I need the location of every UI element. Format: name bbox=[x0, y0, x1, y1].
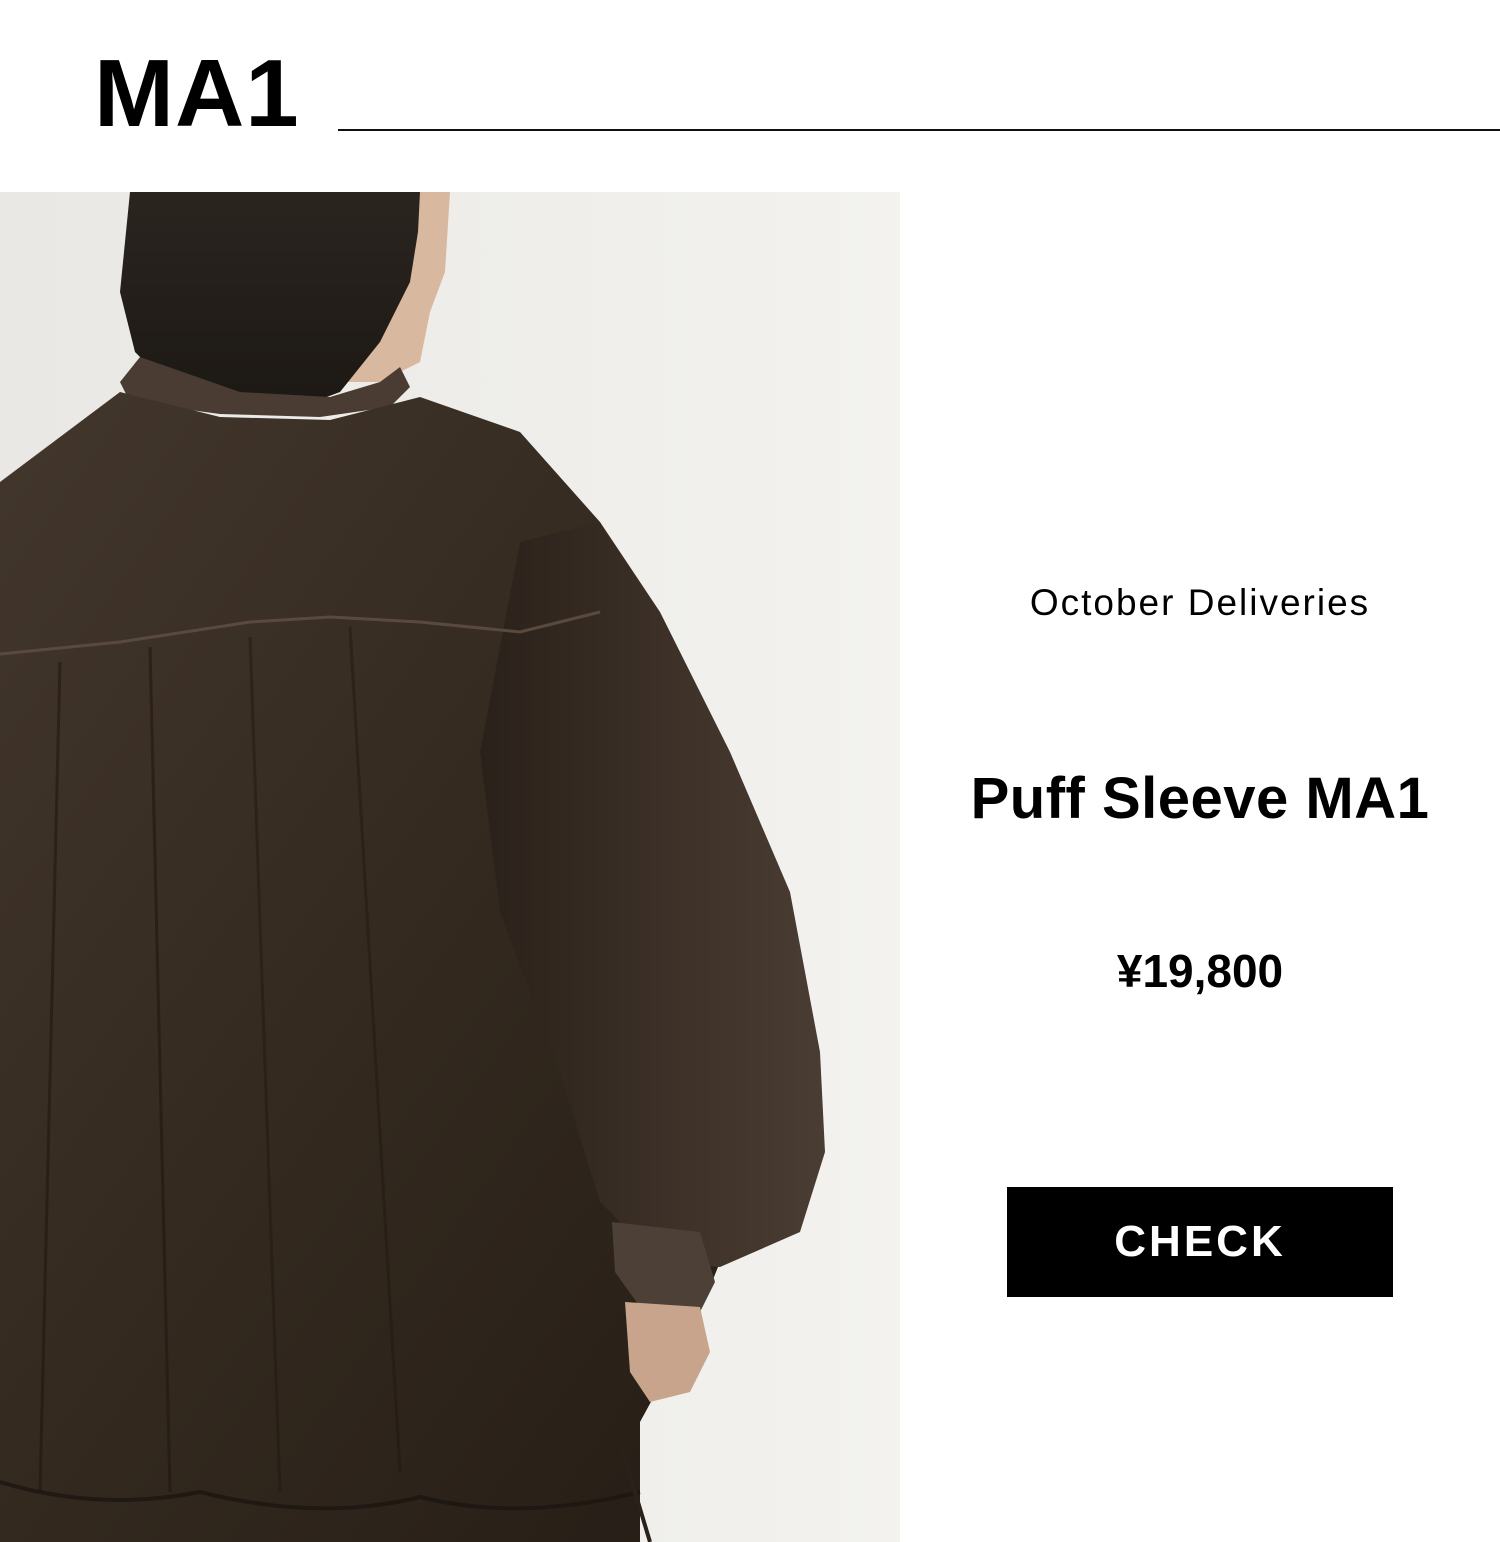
product-name: Puff Sleeve MA1 bbox=[970, 766, 1430, 831]
section-title: MA1 bbox=[94, 40, 300, 147]
product-photo bbox=[0, 192, 900, 1542]
check-button[interactable]: CHECK bbox=[1007, 1187, 1393, 1297]
title-divider bbox=[338, 129, 1500, 131]
product-price: ¥19,800 bbox=[1116, 945, 1284, 997]
delivery-label: October Deliveries bbox=[1029, 582, 1371, 623]
product-info-panel: October Deliveries Puff Sleeve MA1 ¥19,8… bbox=[900, 192, 1500, 1542]
